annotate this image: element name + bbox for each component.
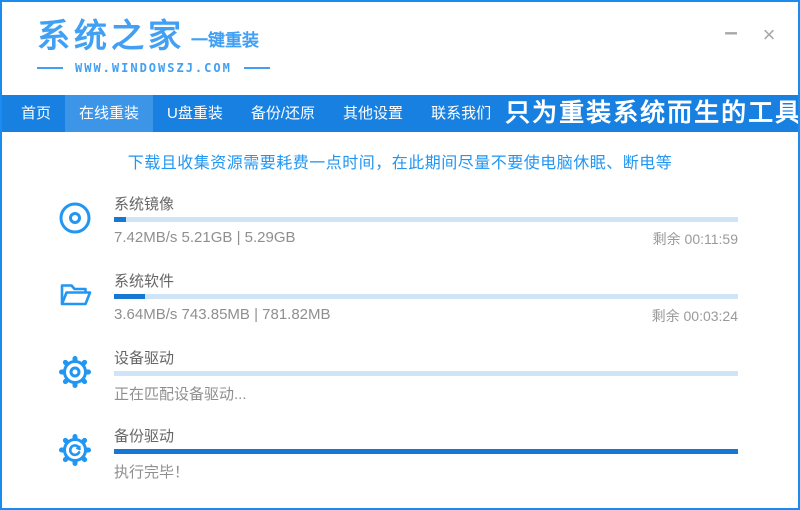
progress-bar (114, 371, 738, 376)
task-label: 系统镜像 (114, 196, 175, 213)
time-remaining: 剩余 00:11:59 (652, 231, 738, 247)
decorative-dash (243, 67, 270, 70)
folder-icon (57, 277, 93, 313)
progress-fill (114, 217, 127, 222)
task-row-system-image: 系统镜像 7.42MB/s 5.21GB | 5.29GB 剩余 00:11:5… (57, 196, 738, 249)
nav-tab-backup-restore[interactable]: 备份/还原 (237, 95, 329, 132)
download-stats: 7.42MB/s 5.21GB | 5.29GB (114, 229, 296, 246)
nav-tab-usb-reinstall[interactable]: U盘重装 (153, 95, 237, 132)
logo-title: 系统之家 (37, 17, 185, 54)
progress-bar (114, 217, 738, 222)
progress-bar (114, 449, 738, 454)
nav-slogan: 只为重装系统而生的工具 (505, 99, 800, 127)
task-label: 备份驱动 (114, 428, 175, 445)
header: 系统之家 一键重装 WWW.WINDOWSZJ.COM – × (2, 2, 798, 95)
task-row-device-drivers: 设备驱动 正在匹配设备驱动... (57, 350, 738, 404)
gear-icon (57, 354, 93, 390)
notice-text: 下载且收集资源需要耗费一点时间，在此期间尽量不要使电脑休眠、断电等 (127, 155, 673, 172)
nav-tab-other-settings[interactable]: 其他设置 (329, 95, 417, 132)
gear-sync-icon (57, 432, 93, 468)
status-text: 执行完毕！ (114, 464, 190, 481)
status-text: 正在匹配设备驱动... (114, 386, 247, 403)
close-icon[interactable]: × (758, 24, 780, 46)
nav-tab-home[interactable]: 首页 (7, 95, 65, 132)
download-stats: 3.64MB/s 743.85MB | 781.82MB (114, 306, 331, 323)
task-label: 设备驱动 (114, 350, 175, 367)
nav-tab-online-reinstall[interactable]: 在线重装 (65, 95, 154, 132)
time-remaining: 剩余 00:03:24 (651, 308, 738, 324)
logo-subtitle: WWW.WINDOWSZJ.COM (75, 61, 232, 76)
nav-bar: 首页 在线重装 U盘重装 备份/还原 其他设置 联系我们 只为重装系统而生的工具 (2, 95, 798, 132)
progress-fill (114, 294, 146, 299)
minimize-icon[interactable]: – (720, 21, 742, 45)
logo-suffix: 一键重装 (191, 31, 259, 51)
decorative-dash (37, 67, 63, 70)
task-label: 系统软件 (114, 273, 175, 290)
nav-tab-contact-us[interactable]: 联系我们 (417, 95, 505, 132)
footer: 重选系统 取消安装 (2, 506, 798, 508)
notice-bar: 下载且收集资源需要耗费一点时间，在此期间尽量不要使电脑休眠、断电等 (2, 132, 798, 190)
window-controls: – × (720, 21, 780, 46)
disc-icon (57, 200, 93, 236)
task-row-system-software: 系统软件 3.64MB/s 743.85MB | 781.82MB 剩余 00:… (57, 273, 738, 326)
app-window: 系统之家 一键重装 WWW.WINDOWSZJ.COM – × 首页 在线重装 … (0, 0, 800, 510)
progress-bar (114, 294, 738, 299)
nav-tabs: 首页 在线重装 U盘重装 备份/还原 其他设置 联系我们 (2, 95, 505, 132)
progress-fill (114, 449, 738, 454)
task-row-backup-drivers: 备份驱动 执行完毕！ (57, 428, 738, 482)
logo: 系统之家 一键重装 WWW.WINDOWSZJ.COM (37, 17, 270, 76)
task-list: 系统镜像 7.42MB/s 5.21GB | 5.29GB 剩余 00:11:5… (2, 190, 798, 506)
